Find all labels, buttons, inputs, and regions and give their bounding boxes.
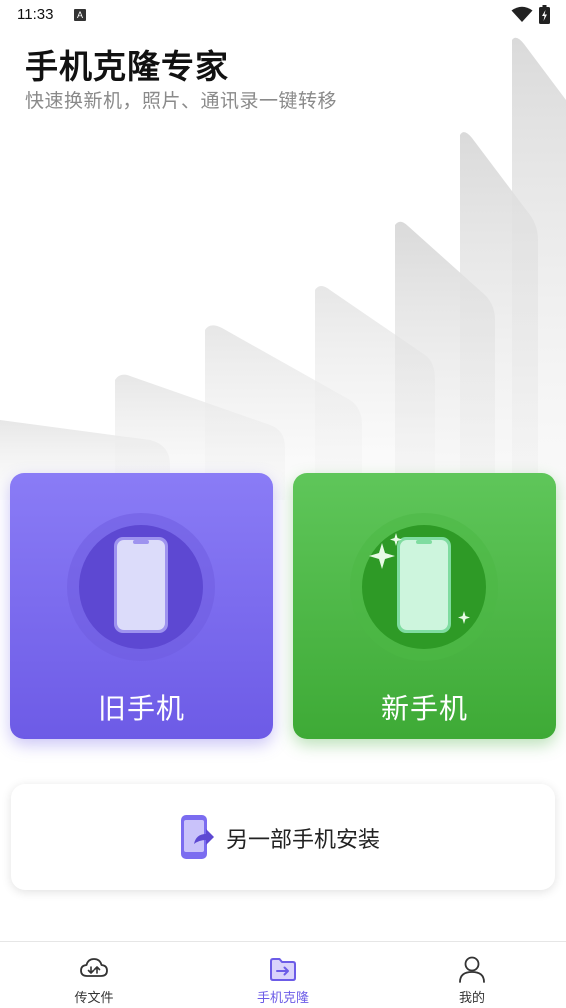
- phone-sparkle-icon: [350, 513, 498, 661]
- status-time: 11:33: [17, 6, 54, 23]
- new-phone-card[interactable]: 新手机: [293, 473, 556, 739]
- old-phone-card[interactable]: 旧手机: [10, 473, 273, 739]
- wifi-icon: [511, 6, 533, 22]
- user-icon: [459, 956, 485, 983]
- phone-share-icon: [181, 815, 214, 859]
- install-another-phone-label: 另一部手机安装: [226, 828, 381, 853]
- page-title: 手机克隆专家: [25, 47, 229, 86]
- old-phone-label: 旧手机: [97, 692, 185, 725]
- phone-icon: [67, 513, 215, 661]
- bottom-nav: 传文件 手机克隆 我的: [0, 941, 566, 1008]
- page-subtitle: 快速换新机，照片、通讯录一键转移: [25, 90, 338, 112]
- nav-label-phone-clone: 手机克隆: [256, 991, 309, 1006]
- nav-item-phone-clone[interactable]: 手机克隆: [189, 942, 377, 1008]
- folder-transfer-icon: [270, 958, 296, 981]
- cloud-transfer-icon: [80, 958, 108, 977]
- install-another-phone-button[interactable]: 另一部手机安装: [11, 784, 555, 890]
- nav-label-mine: 我的: [458, 991, 485, 1006]
- battery-charging-icon: [539, 5, 550, 24]
- nav-label-transfer-files: 传文件: [74, 991, 114, 1006]
- nav-item-mine[interactable]: 我的: [378, 942, 566, 1008]
- notification-a-icon: A: [74, 9, 86, 21]
- new-phone-label: 新手机: [380, 692, 468, 725]
- nav-item-transfer-files[interactable]: 传文件: [0, 942, 188, 1008]
- status-bar: 11:33 A: [0, 0, 566, 30]
